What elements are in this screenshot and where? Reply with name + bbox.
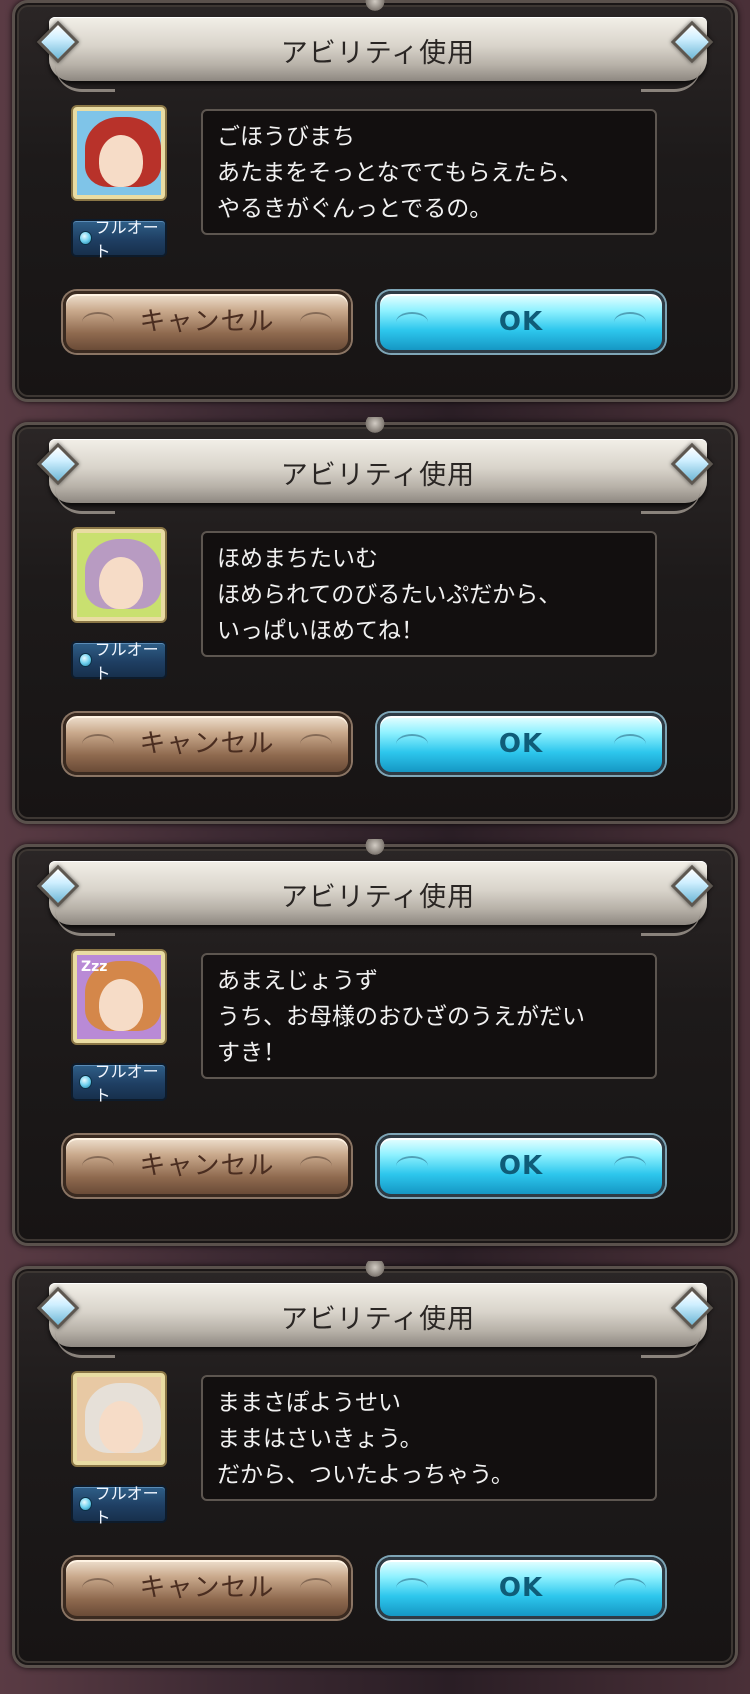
full-auto-button[interactable]: フルオート xyxy=(71,640,167,683)
title-banner: アビリティ使用 xyxy=(49,439,707,514)
ok-button[interactable]: OK xyxy=(377,713,665,775)
ability-dialog-2: アビリティ使用 フルオート ほめまちたいむ ほめられてのびるたいぷだから、 いっ… xyxy=(12,417,738,824)
cancel-label: キャンセル xyxy=(139,1151,275,1181)
title-banner: アビリティ使用 xyxy=(49,1283,707,1358)
title-banner: アビリティ使用 xyxy=(49,861,707,936)
character-avatar: Zzz xyxy=(73,951,165,1043)
cancel-label: キャンセル xyxy=(139,1573,275,1603)
message-line: いっぱいほめてね！ xyxy=(217,618,424,644)
button-ornament-icon xyxy=(396,1578,428,1598)
button-ornament-icon xyxy=(82,734,114,754)
cancel-button[interactable]: キャンセル xyxy=(63,1135,351,1197)
cancel-button[interactable]: キャンセル xyxy=(63,291,351,353)
message-line: ごほうびまち xyxy=(217,124,355,150)
ability-description: ほめまちたいむ ほめられてのびるたいぷだから、 いっぱいほめてね！ xyxy=(201,531,657,657)
message-line: あまえじょうず xyxy=(217,968,378,994)
message-line: ほめられてのびるたいぷだから、 xyxy=(217,582,562,608)
full-auto-indicator-icon xyxy=(79,653,92,667)
avatar-face xyxy=(99,979,143,1031)
message-line: あたまをそっとなでてもらえたら、 xyxy=(217,160,583,186)
ability-description: ままさぽようせい ままはさいきょう。 だから、ついたよっちゃう。 xyxy=(201,1375,657,1501)
sleep-bubble-icon: Zzz xyxy=(81,959,108,975)
cancel-button[interactable]: キャンセル xyxy=(63,713,351,775)
ok-button[interactable]: OK xyxy=(377,1135,665,1197)
cancel-label: キャンセル xyxy=(139,307,275,337)
full-auto-label: フルオート xyxy=(94,1062,159,1105)
character-avatar xyxy=(73,529,165,621)
top-ornament-icon xyxy=(363,0,387,11)
avatar-face xyxy=(99,1401,143,1453)
full-auto-indicator-icon xyxy=(79,1497,92,1511)
full-auto-button[interactable]: フルオート xyxy=(71,1062,167,1105)
button-ornament-icon xyxy=(614,1156,646,1176)
avatar-face xyxy=(99,135,143,187)
button-ornament-icon xyxy=(82,1578,114,1598)
ability-description: あまえじょうず うち、お母様のおひざのうえがだい すき！ xyxy=(201,953,657,1079)
character-avatar xyxy=(73,107,165,199)
button-ornament-icon xyxy=(300,312,332,332)
full-auto-label: フルオート xyxy=(94,218,159,261)
avatar-face xyxy=(99,557,143,609)
ok-label: OK xyxy=(498,729,544,759)
button-ornament-icon xyxy=(614,1578,646,1598)
message-line: すき！ xyxy=(217,1040,286,1066)
button-ornament-icon xyxy=(396,734,428,754)
top-ornament-icon xyxy=(363,1261,387,1277)
title-banner: アビリティ使用 xyxy=(49,17,707,92)
ok-button[interactable]: OK xyxy=(377,1557,665,1619)
ability-dialog-1: アビリティ使用 フルオート ごほうびまち あたまをそっとなでてもらえたら、 やる… xyxy=(12,0,738,402)
button-ornament-icon xyxy=(396,312,428,332)
dialog-title: アビリティ使用 xyxy=(280,460,476,491)
top-ornament-icon xyxy=(363,839,387,855)
full-auto-indicator-icon xyxy=(79,231,92,245)
message-line: ままさぽようせい xyxy=(217,1390,401,1416)
dialog-title: アビリティ使用 xyxy=(280,882,476,913)
dialog-title: アビリティ使用 xyxy=(280,38,476,69)
button-ornament-icon xyxy=(82,312,114,332)
ok-button[interactable]: OK xyxy=(377,291,665,353)
character-avatar xyxy=(73,1373,165,1465)
button-ornament-icon xyxy=(300,1578,332,1598)
ability-dialog-4: アビリティ使用 フルオート ままさぽようせい ままはさいきょう。 だから、ついた… xyxy=(12,1261,738,1668)
ok-label: OK xyxy=(498,1573,544,1603)
full-auto-indicator-icon xyxy=(79,1075,92,1089)
button-ornament-icon xyxy=(614,312,646,332)
button-ornament-icon xyxy=(396,1156,428,1176)
full-auto-label: フルオート xyxy=(94,1484,159,1527)
message-line: だから、ついたよっちゃう。 xyxy=(217,1462,514,1488)
ability-description: ごほうびまち あたまをそっとなでてもらえたら、 やるきがぐんっとでるの。 xyxy=(201,109,657,235)
button-ornament-icon xyxy=(82,1156,114,1176)
message-line: うち、お母様のおひざのうえがだい xyxy=(217,1004,585,1030)
full-auto-label: フルオート xyxy=(94,640,159,683)
ok-label: OK xyxy=(498,307,544,337)
message-line: やるきがぐんっとでるの。 xyxy=(217,196,493,222)
button-ornament-icon xyxy=(300,1156,332,1176)
message-line: ほめまちたいむ xyxy=(217,546,378,572)
cancel-label: キャンセル xyxy=(139,729,275,759)
dialog-title: アビリティ使用 xyxy=(280,1304,476,1335)
full-auto-button[interactable]: フルオート xyxy=(71,218,167,261)
button-ornament-icon xyxy=(300,734,332,754)
ability-dialog-3: アビリティ使用 Zzz フルオート あまえじょうず うち、お母様のおひざのうえが… xyxy=(12,839,738,1246)
top-ornament-icon xyxy=(363,417,387,433)
button-ornament-icon xyxy=(614,734,646,754)
ok-label: OK xyxy=(498,1151,544,1181)
message-line: ままはさいきょう。 xyxy=(217,1426,423,1452)
cancel-button[interactable]: キャンセル xyxy=(63,1557,351,1619)
full-auto-button[interactable]: フルオート xyxy=(71,1484,167,1527)
